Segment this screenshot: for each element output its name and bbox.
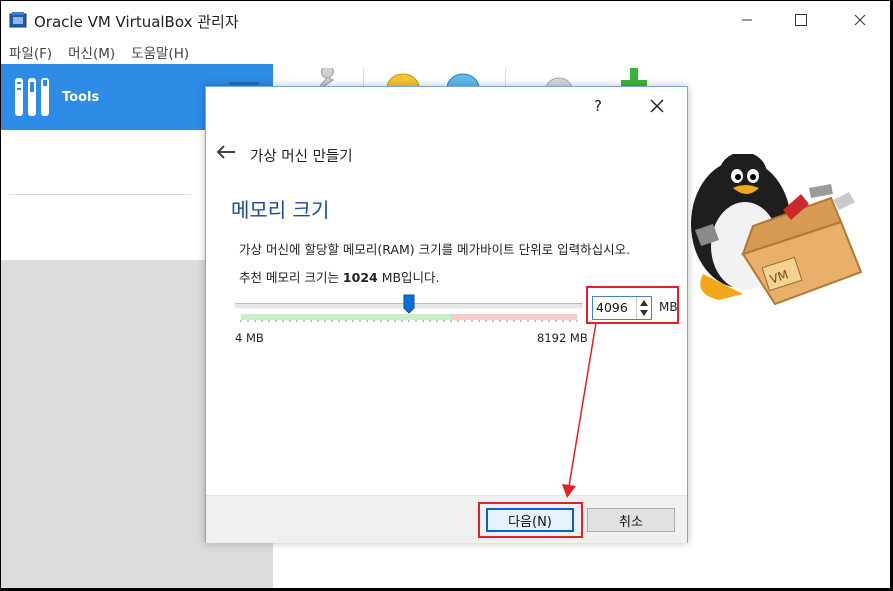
divider xyxy=(9,194,191,195)
virtualbox-logo-icon xyxy=(9,12,27,28)
slider-max-label: 8192 MB xyxy=(537,331,588,345)
tux-toolbox-illustration-icon: VM xyxy=(691,154,863,306)
minimize-button[interactable] xyxy=(724,7,770,33)
memory-slider[interactable] xyxy=(235,292,583,328)
next-button[interactable]: 다음(N) xyxy=(486,508,574,532)
close-icon xyxy=(854,14,866,26)
slider-ticks xyxy=(240,320,578,322)
next-button-label: 다음(N) xyxy=(508,514,552,530)
menu-bar: 파일(F) 머신(M) 도움말(H) xyxy=(1,39,197,63)
create-vm-dialog: ? 가상 머신 만들기 메모리 크기 가상 머신에 할당할 메모리(RAM) 크… xyxy=(205,86,688,543)
recommended-memory-text: 추천 메모리 크기는 1024 MB입니다. xyxy=(239,267,440,286)
dialog-title: 가상 머신 만들기 xyxy=(250,149,353,165)
tools-label: Tools xyxy=(62,90,100,105)
menu-machine[interactable]: 머신(M) xyxy=(60,39,123,63)
title-bar: Oracle VM VirtualBox 관리자 xyxy=(1,1,890,39)
section-title: 메모리 크기 xyxy=(231,198,330,222)
app-window: Oracle VM VirtualBox 관리자 파일(F) 머신(M) 도움말… xyxy=(1,1,890,588)
highlight-box-memory xyxy=(586,286,679,324)
slider-handle[interactable] xyxy=(403,294,415,314)
maximize-icon xyxy=(795,14,807,26)
recommend-suffix: MB입니다. xyxy=(377,270,440,285)
cancel-button[interactable]: 취소 xyxy=(587,508,675,532)
slider-min-label: 4 MB xyxy=(235,331,264,345)
maximize-button[interactable] xyxy=(778,7,824,33)
tools-icon xyxy=(15,78,49,116)
window-title: Oracle VM VirtualBox 관리자 xyxy=(34,13,239,31)
memory-description: 가상 머신에 할당할 메모리(RAM) 크기를 메가바이트 단위로 입력하십시오… xyxy=(239,242,631,257)
recommend-value: 1024 xyxy=(342,270,378,285)
back-arrow-icon[interactable] xyxy=(216,145,236,159)
cancel-button-label: 취소 xyxy=(619,514,643,530)
menu-help[interactable]: 도움말(H) xyxy=(123,39,197,63)
dialog-close-icon[interactable] xyxy=(646,95,668,117)
dialog-footer: 다음(N) 취소 xyxy=(206,495,687,543)
menu-file[interactable]: 파일(F) xyxy=(1,39,60,63)
minimize-icon xyxy=(742,19,752,21)
recommend-prefix: 추천 메모리 크기는 xyxy=(239,270,343,285)
close-button[interactable] xyxy=(837,7,883,33)
help-button[interactable]: ? xyxy=(594,97,602,115)
